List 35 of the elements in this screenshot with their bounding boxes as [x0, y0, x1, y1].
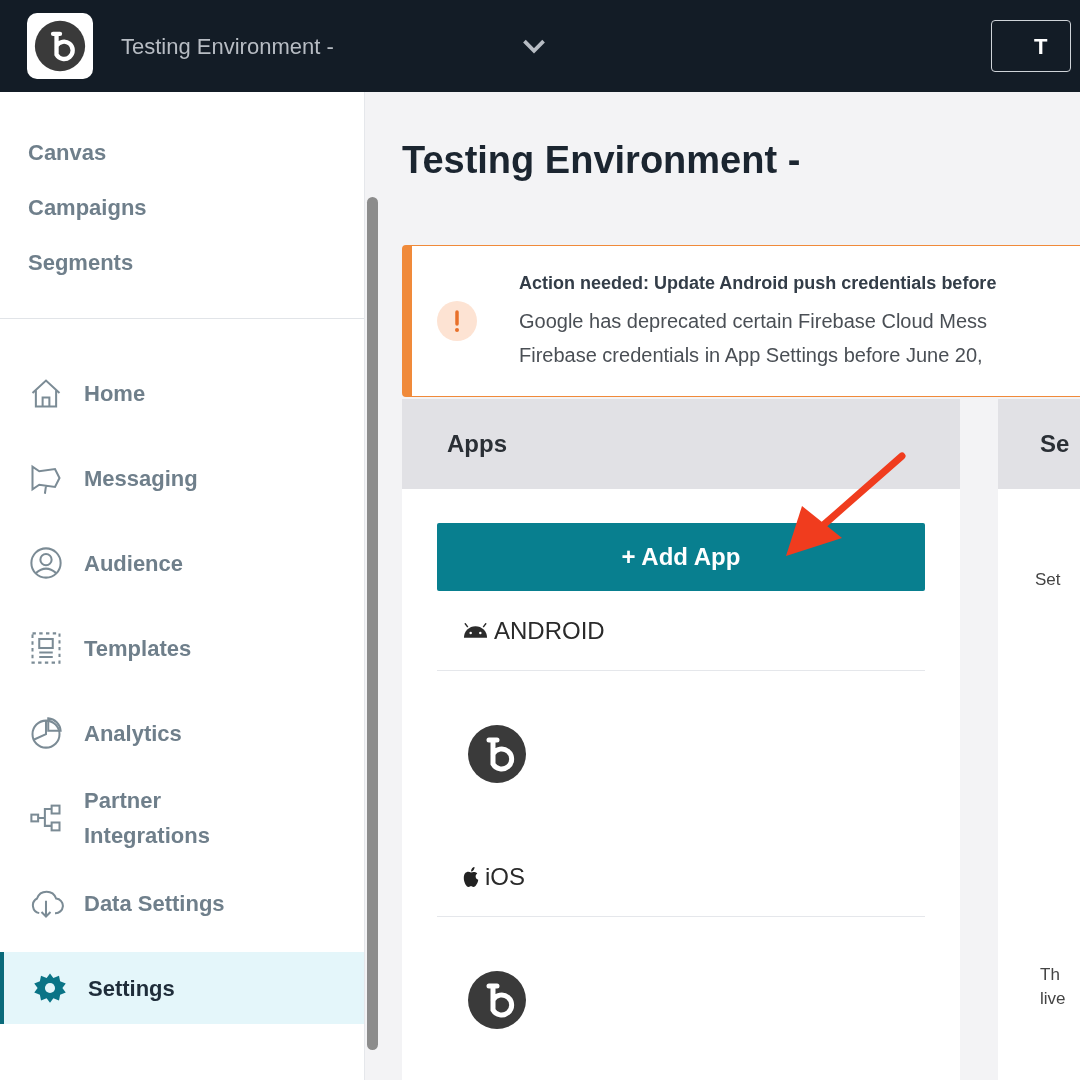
brand-logo-icon — [34, 20, 86, 72]
panel-text: live — [1039, 987, 1067, 1010]
alert-message: Google has deprecated certain Firebase Cloud Mess Firebase credentials in App Settings before June 20, — [519, 309, 989, 368]
sidebar-nav-item[interactable]: Audience — [0, 527, 364, 599]
platform-label: iOS — [485, 861, 525, 892]
template-icon — [28, 630, 64, 666]
panel-text: Th — [1039, 963, 1061, 986]
scrollbar[interactable] — [367, 197, 378, 1050]
platform-label: ANDROID — [494, 615, 605, 646]
sidebar-nav-item[interactable]: Messaging — [0, 442, 364, 514]
apple-icon — [462, 865, 480, 888]
sidebar-link[interactable]: Campaigns — [28, 195, 364, 220]
sidebar-nav-item[interactable]: Analytics — [0, 697, 364, 769]
app-logo-icon — [467, 724, 527, 784]
sidebar-nav-item[interactable]: Partner Integrations — [0, 782, 364, 854]
alert-title: Action needed: Update Android push credentials before — [519, 272, 997, 295]
sidebar-nav-item[interactable]: Data Settings — [0, 867, 364, 939]
panel-text: Set — [1034, 569, 1062, 591]
app-logo-icon — [467, 970, 527, 1030]
sidebar-link[interactable]: Segments — [28, 250, 364, 275]
page-title: Testing Environment - — [402, 138, 802, 182]
sidebar-nav-item[interactable]: Templates — [0, 612, 364, 684]
panel-title: Se — [1040, 429, 1070, 459]
sidebar-nav-item[interactable]: Settings — [0, 952, 364, 1024]
app-logo[interactable] — [27, 13, 93, 79]
add-app-button[interactable]: + Add App — [437, 523, 925, 591]
person-icon — [28, 545, 64, 581]
warning-icon — [437, 301, 477, 341]
top-bar-button[interactable]: T — [991, 20, 1071, 72]
chevron-down-icon[interactable] — [521, 37, 547, 55]
sidebar-nav-item[interactable]: Home — [0, 357, 364, 429]
android-icon — [462, 622, 489, 639]
sidebar-link[interactable]: Canvas — [28, 140, 364, 165]
panel-title: Apps — [447, 429, 507, 459]
workspace-name: Testing Environment - — [121, 32, 335, 61]
